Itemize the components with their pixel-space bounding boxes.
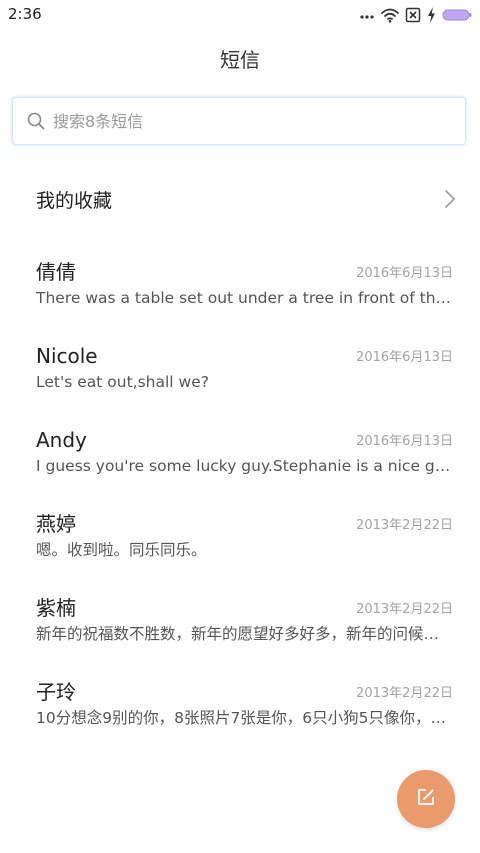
- message-preview: There was a table set out under a tree i…: [36, 289, 454, 307]
- message-item[interactable]: 倩倩 2016年6月13日 There was a table set out …: [0, 244, 480, 328]
- favorites-label: 我的收藏: [36, 189, 113, 212]
- message-sender: 倩倩: [36, 260, 76, 284]
- message-list: 倩倩 2016年6月13日 There was a table set out …: [0, 244, 480, 748]
- search-icon: [27, 112, 45, 130]
- compose-icon: [417, 788, 435, 810]
- search-input[interactable]: [53, 111, 433, 131]
- battery-icon: [442, 8, 472, 22]
- status-bar: 2:36: [0, 0, 480, 30]
- chevron-right-icon: [444, 189, 456, 213]
- message-item[interactable]: 紫楠 2013年2月22日 新年的祝福数不胜数，新年的愿望好多好多，新年的问候送…: [0, 580, 480, 664]
- message-date: 2016年6月13日: [356, 434, 453, 449]
- message-item[interactable]: 燕婷 2013年2月22日 嗯。收到啦。同乐同乐。: [0, 496, 480, 580]
- message-sender: 子玲: [36, 680, 76, 704]
- message-preview: Let's eat out,shall we?: [36, 373, 209, 391]
- message-date: 2013年2月22日: [356, 686, 453, 701]
- favorites-row[interactable]: 我的收藏: [0, 170, 480, 228]
- message-preview: 新年的祝福数不胜数，新年的愿望好多好多，新年的问候送给你: [36, 625, 454, 643]
- message-preview: I guess you're some lucky guy.Stephanie …: [36, 457, 454, 475]
- charging-icon: [427, 7, 436, 23]
- wifi-icon: [381, 7, 399, 23]
- message-sender: Andy: [36, 428, 87, 452]
- message-date: 2016年6月13日: [356, 350, 453, 365]
- message-date: 2016年6月13日: [356, 266, 453, 281]
- message-sender: 紫楠: [36, 596, 76, 620]
- status-time: 2:36: [8, 5, 42, 23]
- no-sim-icon: [405, 7, 421, 23]
- message-date: 2013年2月22日: [356, 518, 453, 533]
- compose-button[interactable]: [397, 770, 455, 828]
- search-box[interactable]: [12, 97, 466, 145]
- message-date: 2013年2月22日: [356, 602, 453, 617]
- message-preview: 嗯。收到啦。同乐同乐。: [36, 541, 207, 559]
- status-icons: [359, 6, 472, 24]
- message-sender: Nicole: [36, 344, 98, 368]
- message-item[interactable]: Nicole 2016年6月13日 Let's eat out,shall we…: [0, 328, 480, 412]
- message-item[interactable]: 子玲 2013年2月22日 10分想念9别的你，8张照片7张是你，6只小狗5只像…: [0, 664, 480, 748]
- more-dots-icon: [359, 7, 375, 23]
- message-sender: 燕婷: [36, 512, 76, 536]
- message-item[interactable]: Andy 2016年6月13日 I guess you're some luck…: [0, 412, 480, 496]
- page-title: 短信: [220, 48, 260, 72]
- message-preview: 10分想念9别的你，8张照片7张是你，6只小狗5只像你，4季: [36, 709, 454, 727]
